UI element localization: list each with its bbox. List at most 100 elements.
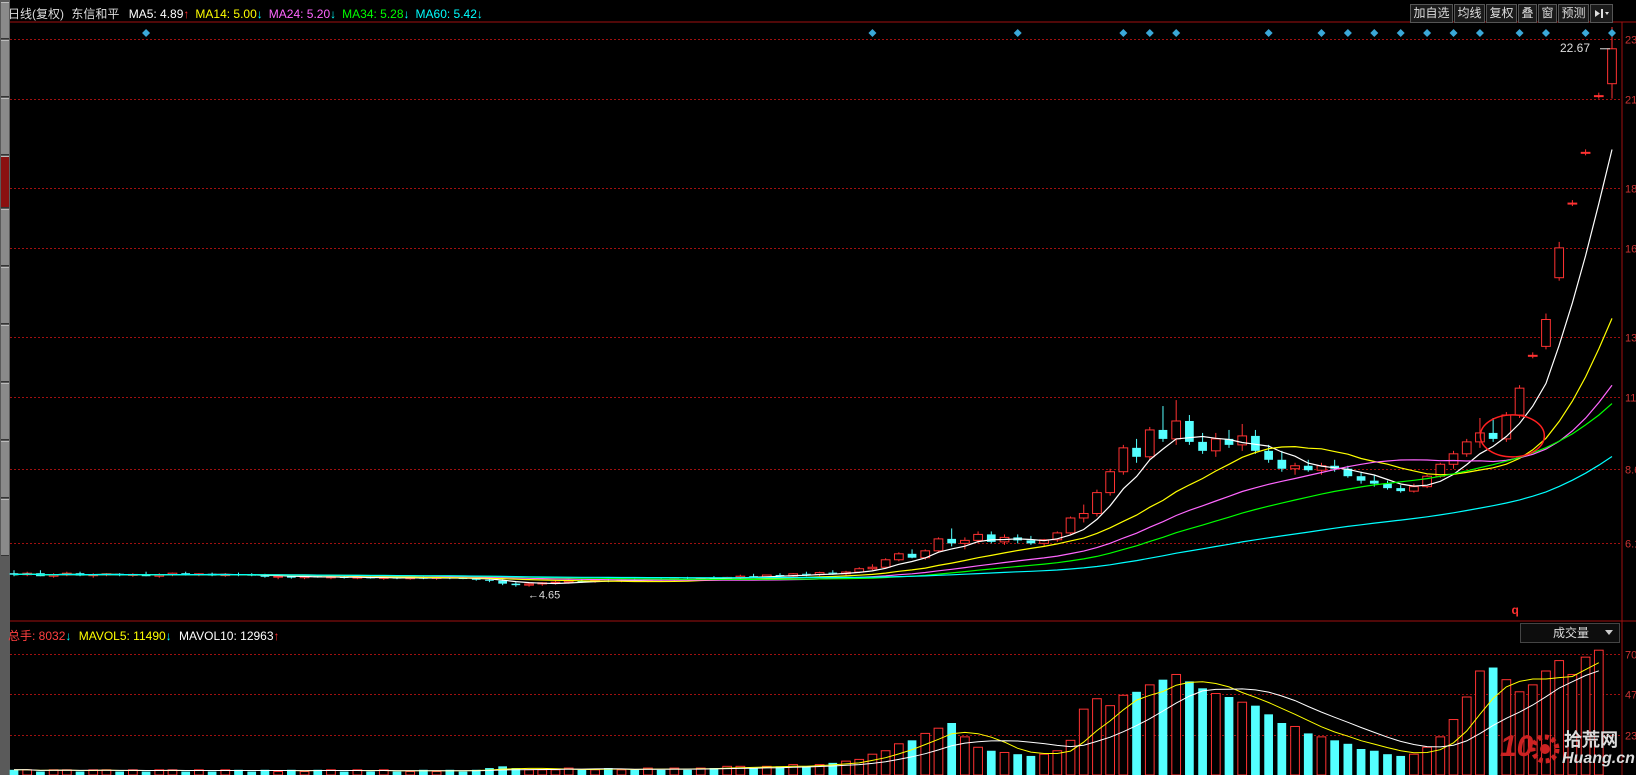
volume-bar xyxy=(273,771,283,775)
candle-body xyxy=(960,539,970,544)
ma-legend-arrow: ↓ xyxy=(256,7,263,21)
volume-tick-label: 47 xyxy=(1625,690,1636,702)
volume-bar xyxy=(947,723,957,775)
candle-body xyxy=(1303,465,1313,471)
candle-body xyxy=(511,583,521,586)
volume-bar xyxy=(9,769,19,775)
signal-diamond xyxy=(1145,29,1154,37)
volume-bar xyxy=(630,769,640,775)
volume-bar xyxy=(247,771,257,775)
signal-diamond xyxy=(1013,29,1022,37)
volume-bar xyxy=(1158,679,1168,775)
volume-bar xyxy=(880,750,891,775)
candle-body xyxy=(1065,517,1076,534)
q-marker: q xyxy=(1512,603,1519,617)
candle-body xyxy=(524,583,534,586)
volume-bar xyxy=(1383,754,1392,775)
volume-bar xyxy=(1303,733,1313,775)
candle-body xyxy=(1078,513,1089,519)
volume-bar xyxy=(1105,705,1116,775)
avg-line-button[interactable]: 均线 xyxy=(1454,4,1485,23)
signal-diamond xyxy=(1343,29,1352,37)
price-tick-label: 13 xyxy=(1625,333,1636,345)
volume-bar xyxy=(1475,670,1485,775)
signal-diamond xyxy=(868,29,877,37)
volume-bar xyxy=(1277,723,1287,775)
volume-bar xyxy=(590,769,600,775)
candle-body xyxy=(1448,453,1459,465)
candle-body xyxy=(1593,95,1604,98)
total-arrow: ↓ xyxy=(65,629,72,643)
candle-body xyxy=(1356,476,1366,481)
window-button[interactable]: 窗 xyxy=(1538,4,1557,23)
kline-chart[interactable]: 23 21 18 16 13 11 8.6 6.1 70 47 23 22.67 ←4.65 q xyxy=(0,0,1636,775)
volume-bar xyxy=(1092,698,1102,775)
signal-diamond xyxy=(1172,29,1181,37)
candle-body xyxy=(1541,319,1551,347)
price-tick-label: 23 xyxy=(1625,35,1636,47)
candle-body xyxy=(1105,471,1116,494)
volume-bar xyxy=(1448,719,1459,775)
signal-diamond xyxy=(1608,29,1616,37)
candle-body xyxy=(1026,540,1036,544)
volume-bar xyxy=(1409,753,1419,775)
period-label: 日线(复权) xyxy=(8,7,64,21)
overlay-button[interactable]: 叠 xyxy=(1518,4,1537,23)
mavol5-arrow: ↓ xyxy=(165,629,172,643)
volume-bar xyxy=(181,771,191,775)
volume-bar xyxy=(524,769,534,775)
candle-body xyxy=(880,559,891,568)
volume-bar xyxy=(1488,667,1498,775)
ma-legend-item: MA24: 5.20 xyxy=(268,7,331,21)
volume-bar xyxy=(1396,755,1406,775)
price-tick-label: 6.1 xyxy=(1625,539,1636,551)
price-tick-label: 18 xyxy=(1625,184,1636,196)
signal-diamond xyxy=(1370,29,1379,37)
forecast-button[interactable]: 预测 xyxy=(1558,4,1589,23)
candle-body xyxy=(1158,429,1168,439)
volume-bar xyxy=(1132,691,1141,775)
candle-body xyxy=(1144,429,1155,458)
volume-bar xyxy=(1039,753,1049,775)
candle-body xyxy=(1501,414,1512,440)
signal-diamond xyxy=(1423,29,1432,37)
volume-bar xyxy=(115,771,125,775)
candle-body xyxy=(907,553,917,558)
volume-bar xyxy=(36,771,45,775)
volume-bar xyxy=(431,771,442,775)
volume-bar xyxy=(1210,693,1221,775)
volume-bar xyxy=(616,769,627,775)
signal-diamond xyxy=(1515,29,1524,37)
candle-body xyxy=(1527,354,1538,357)
price-tick-label: 8.6 xyxy=(1625,465,1636,477)
add-watch-button[interactable]: 加自选 xyxy=(1410,4,1453,23)
signal-diamond xyxy=(1581,29,1590,37)
volume-header: 总手: 8032↓ MAVOL5: 11490↓ MAVOL10: 12963↑ xyxy=(8,627,280,644)
rights-button[interactable]: 复权 xyxy=(1486,4,1517,23)
signal-diamond xyxy=(1119,29,1128,37)
volume-bar xyxy=(933,727,944,775)
candle-body xyxy=(1264,450,1273,460)
signal-diamond xyxy=(1264,29,1273,37)
candle-body xyxy=(1185,420,1194,442)
dropdown-arrow-icon[interactable] xyxy=(1590,4,1613,23)
candle-body xyxy=(273,575,283,578)
candle-body xyxy=(1461,441,1472,455)
volume-bar xyxy=(1144,684,1155,775)
volume-bar xyxy=(854,758,865,775)
ma34-line xyxy=(13,403,1613,581)
volume-bar xyxy=(141,771,151,775)
indicator-select[interactable]: 成交量 xyxy=(1520,623,1620,643)
stock-name: 东信和平 xyxy=(71,7,120,21)
volume-bar xyxy=(1171,673,1182,775)
candle-body xyxy=(1514,387,1525,416)
price-tick-label: 16 xyxy=(1625,244,1636,256)
ma5-line xyxy=(13,149,1613,585)
chart-header: 日线(复权) 东信和平 MA5: 4.89↑ MA14: 5.00↓ MA24: 5… xyxy=(8,5,483,22)
candle-body xyxy=(867,566,878,570)
candle-body xyxy=(1396,488,1406,492)
volume-bar xyxy=(1013,754,1023,775)
volume-bar xyxy=(867,753,878,775)
volume-bar xyxy=(299,771,310,775)
gear-icon xyxy=(1530,734,1560,764)
